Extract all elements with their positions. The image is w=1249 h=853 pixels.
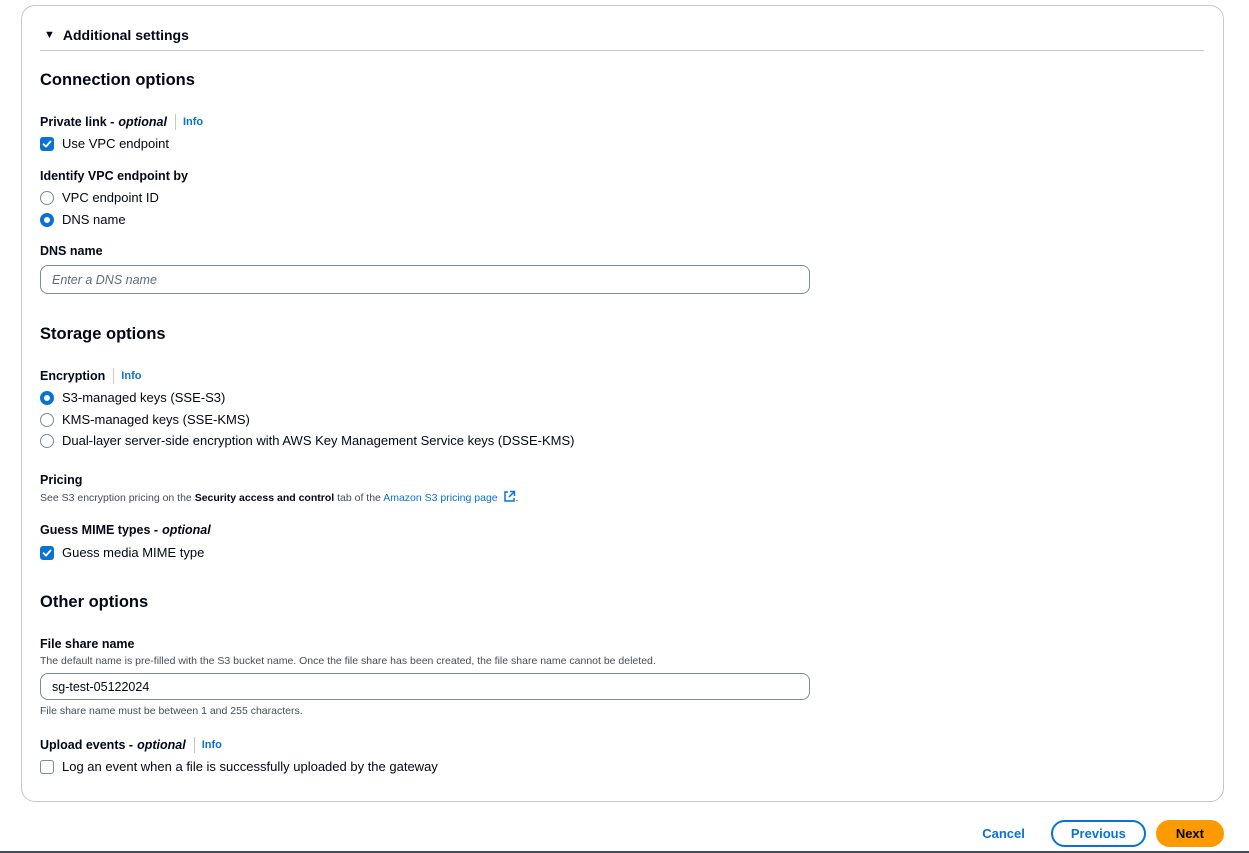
divider (40, 50, 1204, 51)
upload-events-info-link[interactable]: Info (202, 739, 222, 751)
private-link-label: Private link - optional Info (40, 114, 204, 130)
additional-settings-toggle[interactable]: ▼ Additional settings (44, 27, 189, 43)
section-title: Additional settings (62, 27, 189, 43)
radio-unselected-icon[interactable] (40, 433, 54, 448)
cancel-button[interactable]: Cancel (982, 826, 1025, 841)
file-share-name-constraint: File share name must be between 1 and 25… (40, 705, 303, 717)
radio-selected-icon[interactable] (40, 212, 54, 227)
upload-events-checkbox[interactable]: Log an event when a file is successfully… (40, 759, 438, 774)
upload-events-label: Upload events - optional Info (40, 737, 222, 753)
connection-options-heading: Connection options (40, 71, 195, 89)
guess-mime-checkbox-label: Guess media MIME type (62, 545, 205, 560)
upload-events-checkbox-label: Log an event when a file is successfully… (62, 759, 438, 774)
checkbox-checked-icon[interactable] (40, 136, 54, 151)
identify-vpc-label: Identify VPC endpoint by (40, 169, 188, 183)
use-vpc-endpoint-checkbox[interactable]: Use VPC endpoint (40, 136, 169, 151)
encryption-info-link[interactable]: Info (121, 370, 141, 382)
previous-button[interactable]: Previous (1050, 820, 1146, 847)
dns-name-label: DNS name (40, 244, 103, 258)
guess-mime-checkbox[interactable]: Guess media MIME type (40, 545, 204, 560)
use-vpc-endpoint-label: Use VPC endpoint (62, 136, 169, 151)
external-link-icon[interactable] (503, 490, 516, 506)
radio-unselected-icon[interactable] (40, 412, 54, 427)
other-options-heading: Other options (40, 593, 149, 611)
checkbox-checked-icon[interactable] (40, 545, 54, 560)
radio-sse-s3[interactable]: S3-managed keys (SSE-S3) (40, 390, 225, 405)
wizard-footer: Cancel Previous Next (982, 820, 1224, 847)
radio-selected-icon[interactable] (40, 390, 54, 405)
storage-options-heading: Storage options (40, 325, 166, 343)
encryption-label: Encryption Info (40, 368, 142, 384)
s3-pricing-link[interactable]: Amazon S3 pricing page (383, 492, 497, 504)
pricing-description: See S3 encryption pricing on the Securit… (40, 490, 519, 506)
radio-vpc-endpoint-id[interactable]: VPC endpoint ID (40, 190, 159, 205)
private-link-info-link[interactable]: Info (183, 116, 203, 128)
radio-unselected-icon[interactable] (40, 190, 54, 205)
radio-dns-name[interactable]: DNS name (40, 212, 126, 227)
file-share-name-input[interactable] (40, 673, 810, 700)
next-button[interactable]: Next (1155, 820, 1224, 847)
dns-name-input[interactable] (40, 265, 810, 294)
checkbox-unchecked-icon[interactable] (40, 759, 54, 774)
guess-mime-label: Guess MIME types - optional (40, 523, 211, 537)
radio-sse-kms[interactable]: KMS-managed keys (SSE-KMS) (40, 412, 250, 427)
file-share-name-label: File share name (40, 637, 135, 651)
file-share-name-description: The default name is pre-filled with the … (40, 655, 656, 667)
radio-dsse-kms[interactable]: Dual-layer server-side encryption with A… (40, 433, 574, 448)
pricing-label: Pricing (40, 473, 83, 487)
caret-down-icon: ▼ (44, 29, 55, 41)
